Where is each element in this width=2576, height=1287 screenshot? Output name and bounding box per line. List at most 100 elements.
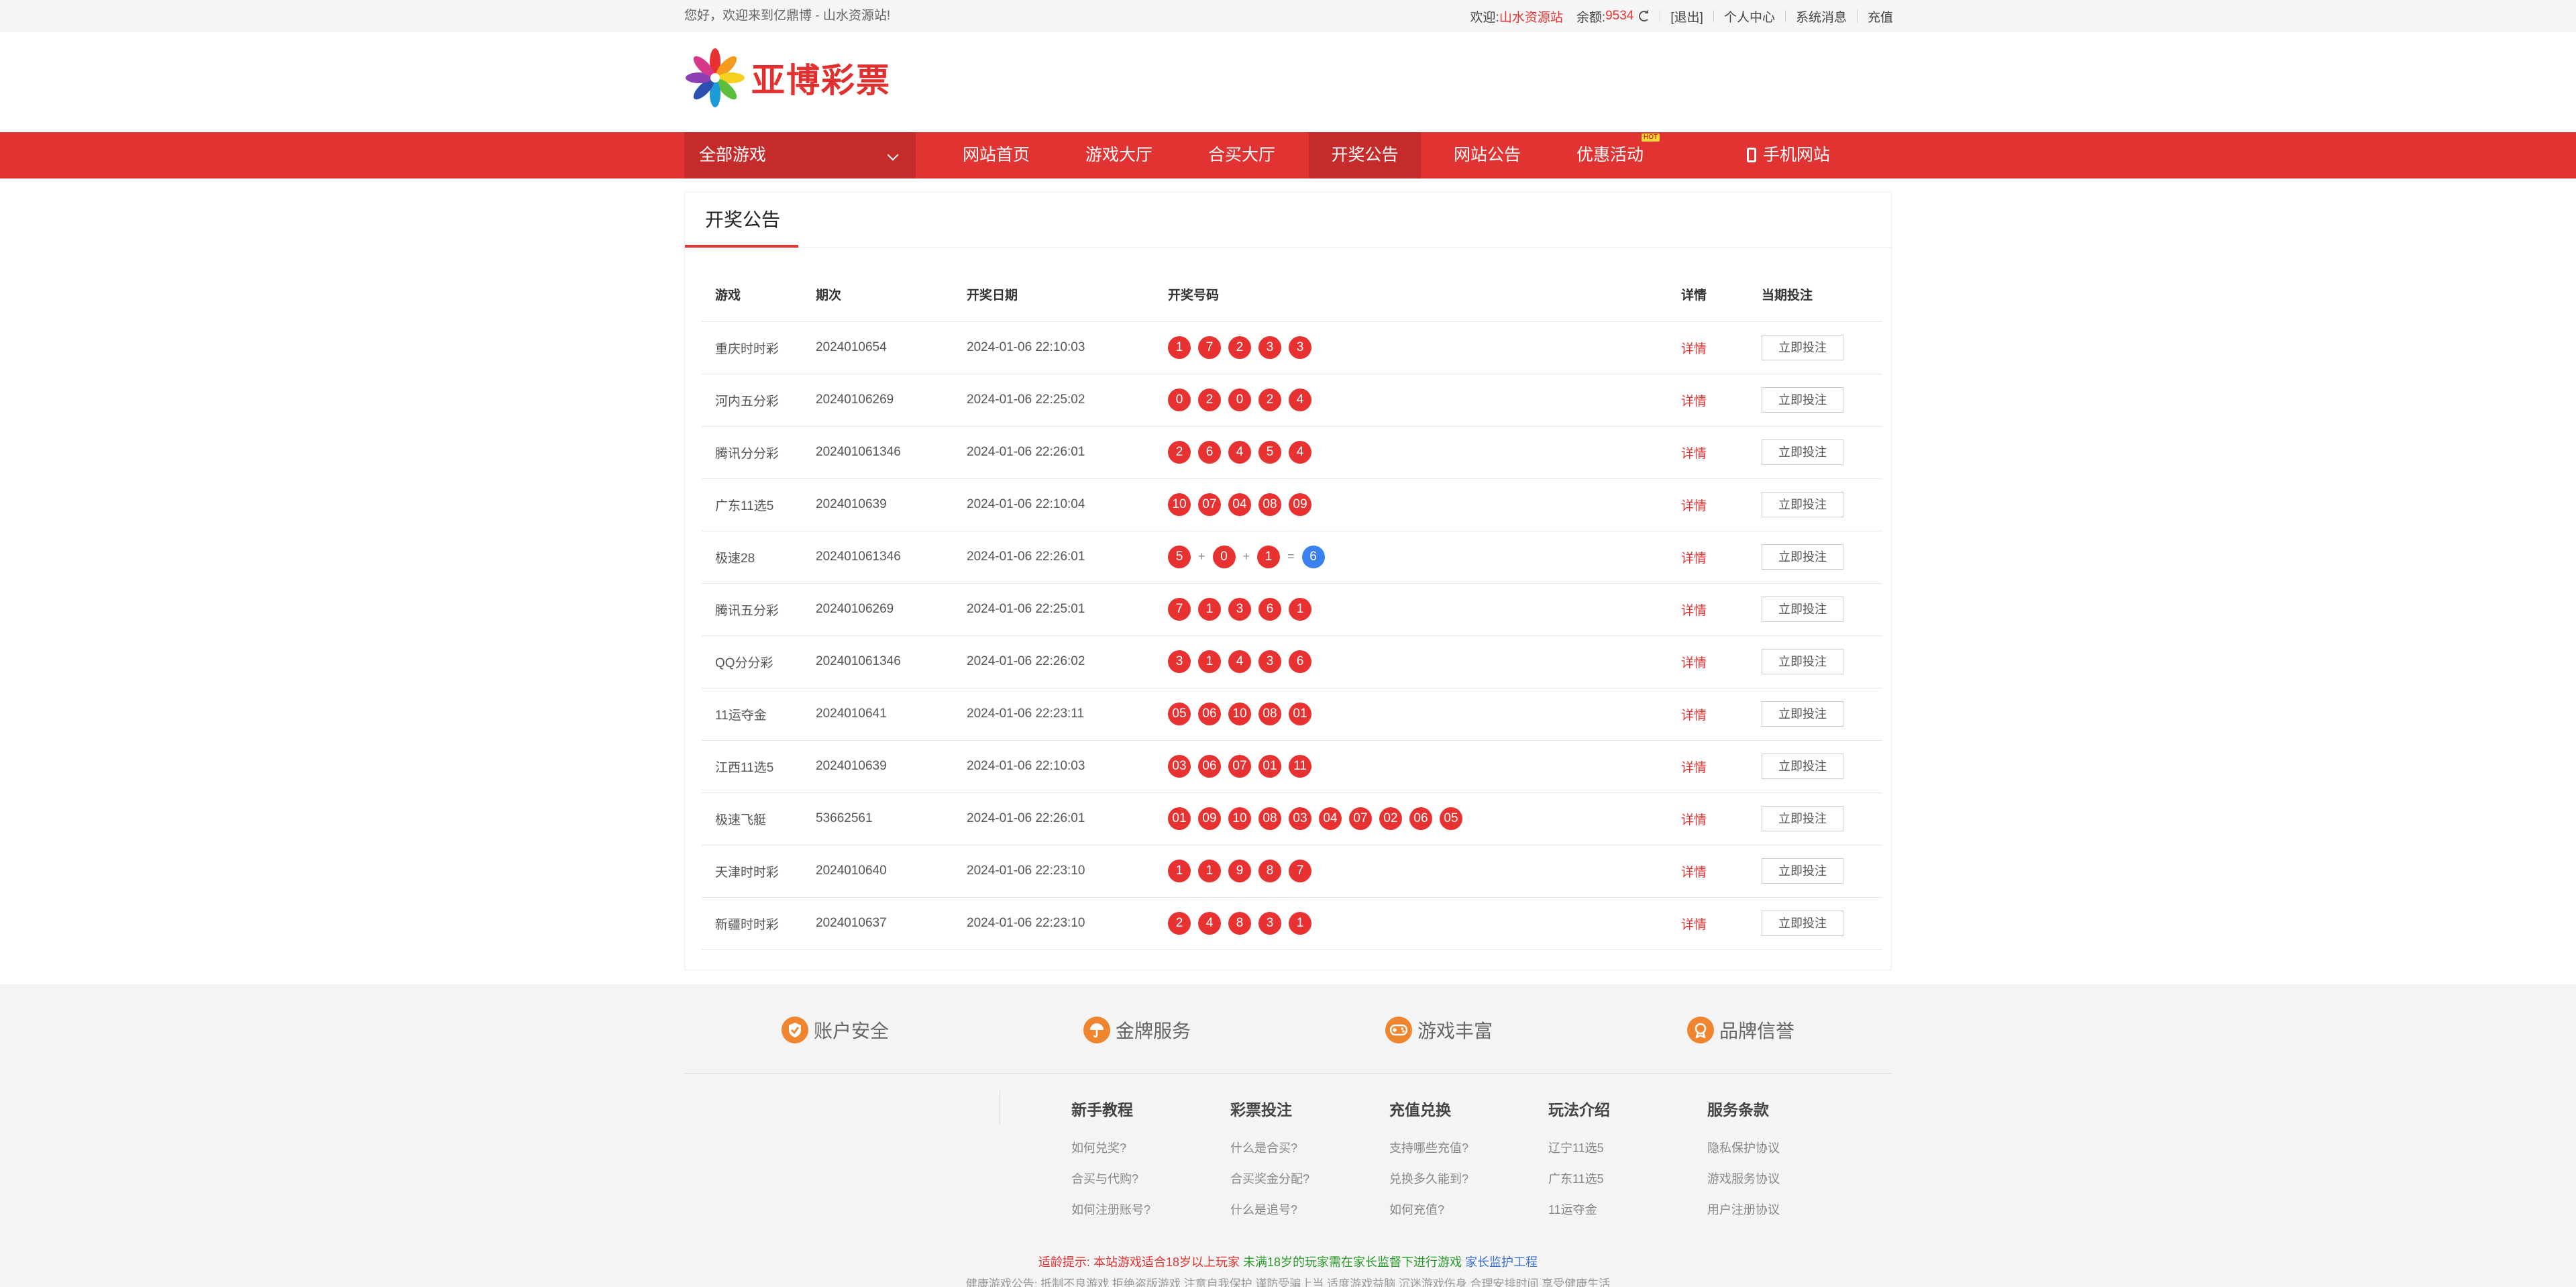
details-link[interactable]: 详情	[1681, 552, 1707, 566]
details-link[interactable]: 详情	[1681, 342, 1707, 356]
footer-link[interactable]: 兑换多久能到?	[1389, 1170, 1468, 1187]
logo-text: 亚博彩票	[751, 60, 891, 100]
footer-link[interactable]: 用户注册协议	[1707, 1200, 1780, 1218]
details-link[interactable]: 详情	[1681, 866, 1707, 880]
number-ball: 0	[1212, 546, 1236, 568]
column-header-numbers: 开奖号码	[1155, 268, 1668, 322]
number-ball: 1	[1289, 912, 1311, 935]
draw-numbers: 5 +0 +1 = 6	[1155, 531, 1668, 584]
bet-now-button[interactable]: 立即投注	[1762, 806, 1843, 831]
details-link[interactable]: 详情	[1681, 918, 1707, 932]
game-name: 11运夺金	[702, 688, 802, 741]
plus-sign: +	[1198, 550, 1205, 563]
bet-now-button[interactable]: 立即投注	[1762, 701, 1843, 727]
bet-now-button[interactable]: 立即投注	[1762, 387, 1843, 413]
number-ball: 9	[1228, 860, 1251, 882]
bet-now-button[interactable]: 立即投注	[1762, 544, 1843, 570]
footer-link[interactable]: 什么是追号?	[1230, 1200, 1309, 1218]
details-link[interactable]: 详情	[1681, 709, 1707, 723]
number-ball: 07	[1349, 807, 1372, 830]
footer-link[interactable]: 辽宁11选5	[1548, 1139, 1610, 1156]
nav-item-mobile[interactable]: 手机网站	[1728, 132, 1849, 178]
bet-cell: 立即投注	[1748, 792, 1882, 845]
footer-link[interactable]: 合买与代购?	[1071, 1170, 1150, 1187]
column-header-game: 游戏	[702, 268, 802, 322]
details-link[interactable]: 详情	[1681, 604, 1707, 618]
number-ball: 3	[1258, 650, 1281, 673]
user-center-link[interactable]: 个人中心	[1724, 7, 1775, 25]
all-games-dropdown[interactable]: 全部游戏	[684, 132, 916, 178]
number-ball: 4	[1228, 650, 1251, 673]
bet-now-button[interactable]: 立即投注	[1762, 440, 1843, 465]
footer-link[interactable]: 合买奖金分配?	[1230, 1170, 1309, 1187]
recharge-link[interactable]: 充值	[1868, 7, 1893, 25]
bet-now-button[interactable]: 立即投注	[1762, 649, 1843, 674]
medal-icon	[1687, 1017, 1714, 1043]
number-ball: 0	[1228, 389, 1251, 411]
nav-item-home[interactable]: 网站首页	[946, 132, 1046, 178]
number-ball: 4	[1289, 389, 1311, 411]
draw-date: 2024-01-06 22:10:03	[953, 740, 1155, 793]
footer-link[interactable]: 游戏服务协议	[1707, 1170, 1780, 1187]
parental-guard-link[interactable]: 家长监护工程	[1465, 1255, 1538, 1269]
details-link[interactable]: 详情	[1681, 656, 1707, 670]
footer-link[interactable]: 隐私保护协议	[1707, 1139, 1780, 1156]
refresh-icon[interactable]	[1639, 11, 1650, 21]
draw-results-table: 游戏 期次 开奖日期 开奖号码 详情 当期投注 重庆时时彩 2024010654 2…	[702, 268, 1882, 950]
nav-item-announcements[interactable]: 网站公告	[1437, 132, 1538, 178]
number-ball: 4	[1198, 912, 1221, 935]
details-link[interactable]: 详情	[1681, 761, 1707, 775]
number-ball: 06	[1198, 755, 1221, 778]
draw-date: 2024-01-06 22:23:10	[953, 845, 1155, 898]
footer-link[interactable]: 如何注册账号?	[1071, 1200, 1150, 1218]
details-cell: 详情	[1668, 897, 1748, 950]
details-link[interactable]: 详情	[1681, 499, 1707, 513]
shield-icon	[782, 1017, 808, 1043]
bet-now-button[interactable]: 立即投注	[1762, 597, 1843, 622]
username[interactable]: 山水资源站	[1499, 7, 1563, 25]
number-ball: 7	[1168, 598, 1191, 621]
bet-now-button[interactable]: 立即投注	[1762, 492, 1843, 517]
bet-now-button[interactable]: 立即投注	[1762, 335, 1843, 360]
number-ball: 08	[1258, 807, 1281, 830]
details-link[interactable]: 详情	[1681, 447, 1707, 461]
number-ball: 1	[1168, 336, 1191, 359]
details-link[interactable]: 详情	[1681, 395, 1707, 409]
nav-item-group-buy[interactable]: 合买大厅	[1191, 132, 1292, 178]
footer-link[interactable]: 如何充值?	[1389, 1200, 1468, 1218]
number-ball: 4	[1228, 441, 1251, 464]
logout-link[interactable]: [退出]	[1670, 7, 1703, 25]
bet-now-button[interactable]: 立即投注	[1762, 911, 1843, 936]
number-ball: 2	[1168, 912, 1191, 935]
period-number: 2024010639	[802, 740, 953, 793]
bet-now-button[interactable]: 立即投注	[1762, 754, 1843, 779]
table-row: 11运夺金 2024010641 2024-01-06 22:23:11 05 06 10…	[702, 688, 1882, 741]
footer-link[interactable]: 什么是合买?	[1230, 1139, 1309, 1156]
number-ball: 1	[1198, 598, 1221, 621]
footer-link[interactable]: 广东11选5	[1548, 1170, 1610, 1187]
messages-link[interactable]: 系统消息	[1796, 7, 1847, 25]
title-underline	[685, 245, 798, 248]
feature-account-security: 账户安全	[782, 1017, 889, 1043]
nav-item-promotions[interactable]: 优惠活动 HOT	[1560, 132, 1660, 178]
number-ball: 7	[1289, 860, 1311, 882]
bet-now-button[interactable]: 立即投注	[1762, 858, 1843, 884]
game-name: 腾讯五分彩	[702, 583, 802, 636]
period-number: 2024010637	[802, 897, 953, 950]
bet-cell: 立即投注	[1748, 478, 1882, 531]
table-row: 极速28 202401061346 2024-01-06 22:26:01 5 +0 +1…	[702, 531, 1882, 584]
number-ball: 03	[1168, 755, 1191, 778]
draw-date: 2024-01-06 22:25:02	[953, 374, 1155, 427]
nav-item-game-hall[interactable]: 游戏大厅	[1069, 132, 1169, 178]
table-row: 天津时时彩 2024010640 2024-01-06 22:23:10 1 1 9 8 7 详…	[702, 845, 1882, 898]
number-ball: 4	[1289, 441, 1311, 464]
footer-link[interactable]: 11运夺金	[1548, 1200, 1610, 1218]
footer-link[interactable]: 如何兑奖?	[1071, 1139, 1150, 1156]
site-logo[interactable]: 亚博彩票	[684, 47, 891, 109]
draw-date: 2024-01-06 22:26:02	[953, 635, 1155, 688]
bet-cell: 立即投注	[1748, 374, 1882, 427]
footer-link[interactable]: 支持哪些充值?	[1389, 1139, 1468, 1156]
details-link[interactable]: 详情	[1681, 813, 1707, 827]
number-ball: 1	[1198, 860, 1221, 882]
nav-item-draw-results[interactable]: 开奖公告	[1309, 132, 1421, 178]
